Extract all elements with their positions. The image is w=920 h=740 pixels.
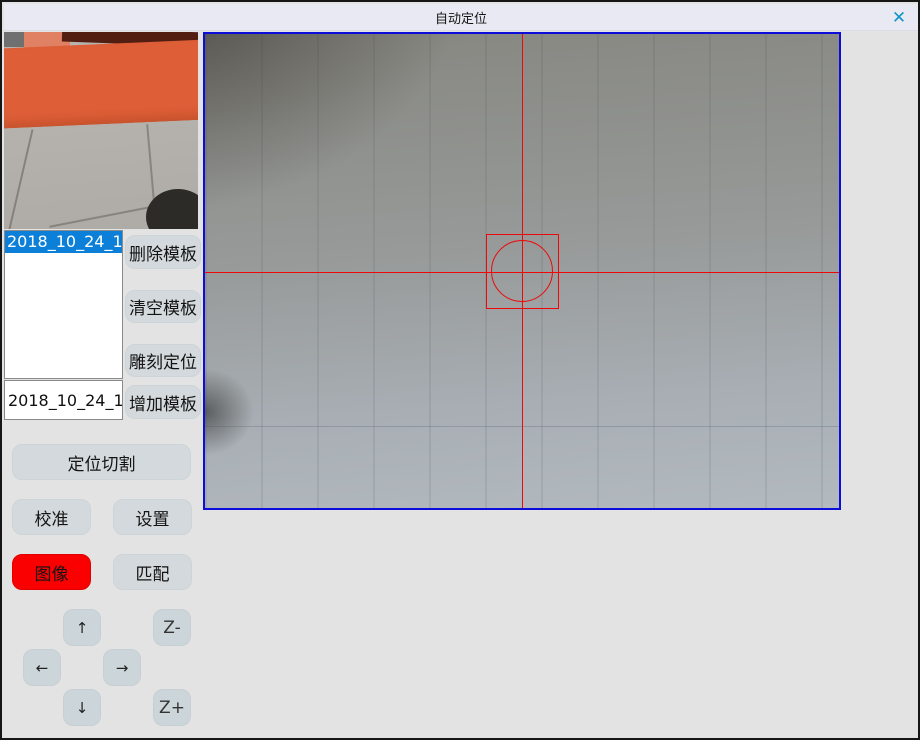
match-button[interactable]: 匹配 <box>113 554 192 590</box>
template-preview-image <box>4 32 198 229</box>
jog-right-button[interactable]: → <box>103 649 141 686</box>
thumb-gray-block <box>4 32 26 47</box>
jog-up-button[interactable]: ↑ <box>63 609 101 646</box>
image-button[interactable]: 图像 <box>12 554 91 590</box>
jog-z-plus-button[interactable]: Z+ <box>153 689 191 726</box>
roi-circle <box>491 240 553 302</box>
auto-position-dialog: 自动定位 ✕ 2018_10_24_11 2018_10_24_11 删除模板 … <box>0 0 920 740</box>
calibrate-button[interactable]: 校准 <box>12 499 91 535</box>
jog-down-button[interactable]: ↓ <box>63 689 101 726</box>
title-bar: 自动定位 ✕ <box>4 4 918 31</box>
window-title: 自动定位 <box>435 8 487 27</box>
add-template-button[interactable]: 增加模板 <box>125 385 201 419</box>
jog-z-minus-button[interactable]: Z- <box>153 609 191 646</box>
jog-left-button[interactable]: ← <box>23 649 61 686</box>
thumb-tile-line <box>5 129 34 229</box>
camera-live-view[interactable] <box>203 32 841 510</box>
settings-button[interactable]: 设置 <box>113 499 192 535</box>
thumb-orange-band <box>4 39 198 128</box>
close-icon[interactable]: ✕ <box>888 7 910 28</box>
template-name-field[interactable]: 2018_10_24_11 <box>4 380 123 420</box>
clear-template-button[interactable]: 清空模板 <box>125 290 201 323</box>
template-list[interactable]: 2018_10_24_11 <box>4 230 123 379</box>
template-list-item[interactable]: 2018_10_24_11 <box>5 231 122 253</box>
delete-template-button[interactable]: 删除模板 <box>125 235 201 269</box>
engrave-position-button[interactable]: 雕刻定位 <box>125 344 201 377</box>
position-cut-button[interactable]: 定位切割 <box>12 444 191 480</box>
